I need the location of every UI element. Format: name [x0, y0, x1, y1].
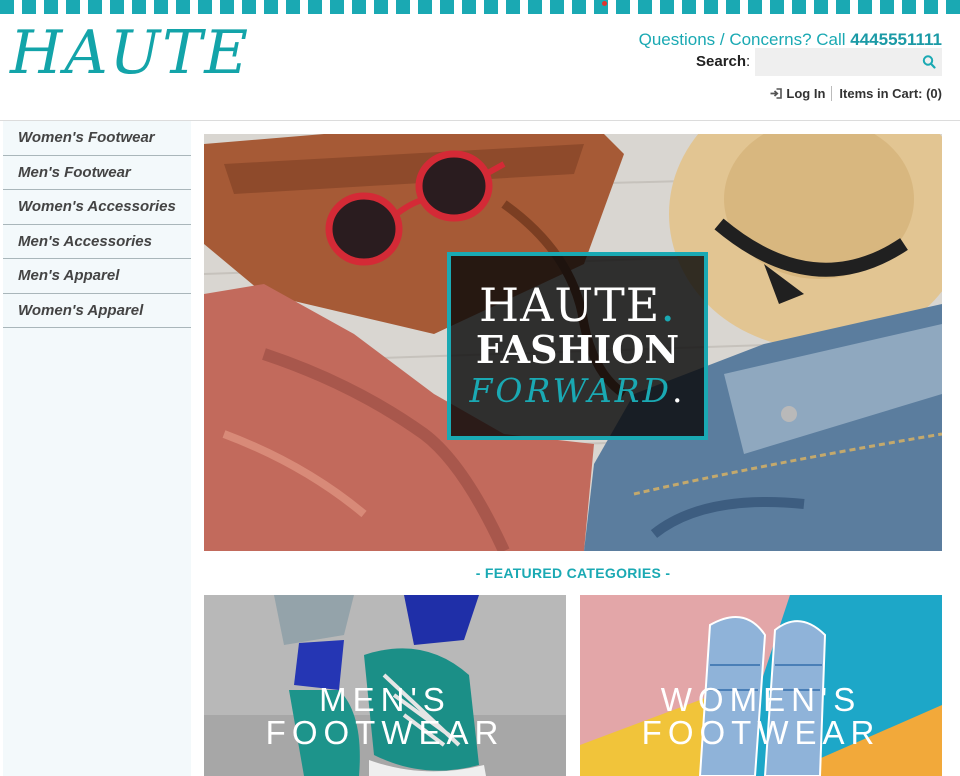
- category-card-womens-footwear[interactable]: WOMEN'S FOOTWEAR: [580, 595, 942, 776]
- category-label-mens-footwear: MEN'S FOOTWEAR: [204, 683, 566, 749]
- mens-footwear-line2: FOOTWEAR: [265, 714, 505, 751]
- sidebar-item-mens-footwear[interactable]: Men's Footwear: [3, 156, 191, 190]
- hero-line-forward: FORWARD.: [470, 371, 686, 411]
- search-label-text: Search: [696, 53, 747, 70]
- top-decorative-strip: [0, 0, 960, 14]
- mens-footwear-line1: MEN'S: [319, 681, 451, 718]
- category-label-womens-footwear: WOMEN'S FOOTWEAR: [580, 683, 942, 749]
- search-input[interactable]: [755, 48, 915, 76]
- hero-dot-accent: .: [660, 278, 676, 332]
- login-icon: [770, 87, 783, 99]
- contact-line: Questions / Concerns? Call 4445551111: [639, 30, 942, 50]
- sidebar-item-mens-accessories[interactable]: Men's Accessories: [3, 225, 191, 259]
- womens-footwear-line1: WOMEN'S: [660, 681, 862, 718]
- login-link[interactable]: Log In: [770, 85, 833, 101]
- phone-number[interactable]: 4445551111: [850, 30, 942, 49]
- contact-text: Questions / Concerns? Call: [638, 30, 851, 49]
- hero-line-fashion: FASHION: [475, 327, 680, 372]
- search-icon[interactable]: [922, 54, 936, 70]
- hero-word-forward: FORWARD: [469, 371, 672, 410]
- account-row: Log In Items in Cart: (0): [770, 84, 942, 102]
- site-logo[interactable]: HAUTE: [10, 18, 250, 88]
- sidebar-item-womens-footwear[interactable]: Women's Footwear: [3, 121, 191, 156]
- sidebar-item-mens-apparel[interactable]: Men's Apparel: [3, 259, 191, 294]
- login-label[interactable]: Log In: [786, 86, 825, 101]
- top-strip-dot: [602, 1, 607, 6]
- cart-link[interactable]: Items in Cart: (0): [832, 86, 942, 101]
- hero-banner[interactable]: HAUTE. FASHION FORWARD.: [204, 134, 942, 551]
- sidebar-item-womens-accessories[interactable]: Women's Accessories: [3, 190, 191, 225]
- search-label: Search:: [696, 53, 750, 70]
- category-card-mens-footwear[interactable]: MEN'S FOOTWEAR: [204, 595, 566, 776]
- sidebar-item-womens-apparel[interactable]: Women's Apparel: [3, 294, 191, 328]
- search-label-colon: :: [746, 53, 751, 70]
- hero-word-haute: HAUTE: [479, 278, 661, 332]
- womens-footwear-line2: FOOTWEAR: [641, 714, 881, 751]
- hero-dot-white: .: [671, 371, 686, 410]
- search-box[interactable]: [755, 48, 942, 76]
- hero-tagline-box: HAUTE. FASHION FORWARD.: [447, 252, 708, 440]
- category-sidebar: Women's Footwear Men's Footwear Women's …: [3, 121, 191, 776]
- hero-line-haute: HAUTE.: [479, 281, 676, 329]
- featured-categories-heading: - FEATURED CATEGORIES -: [475, 565, 671, 581]
